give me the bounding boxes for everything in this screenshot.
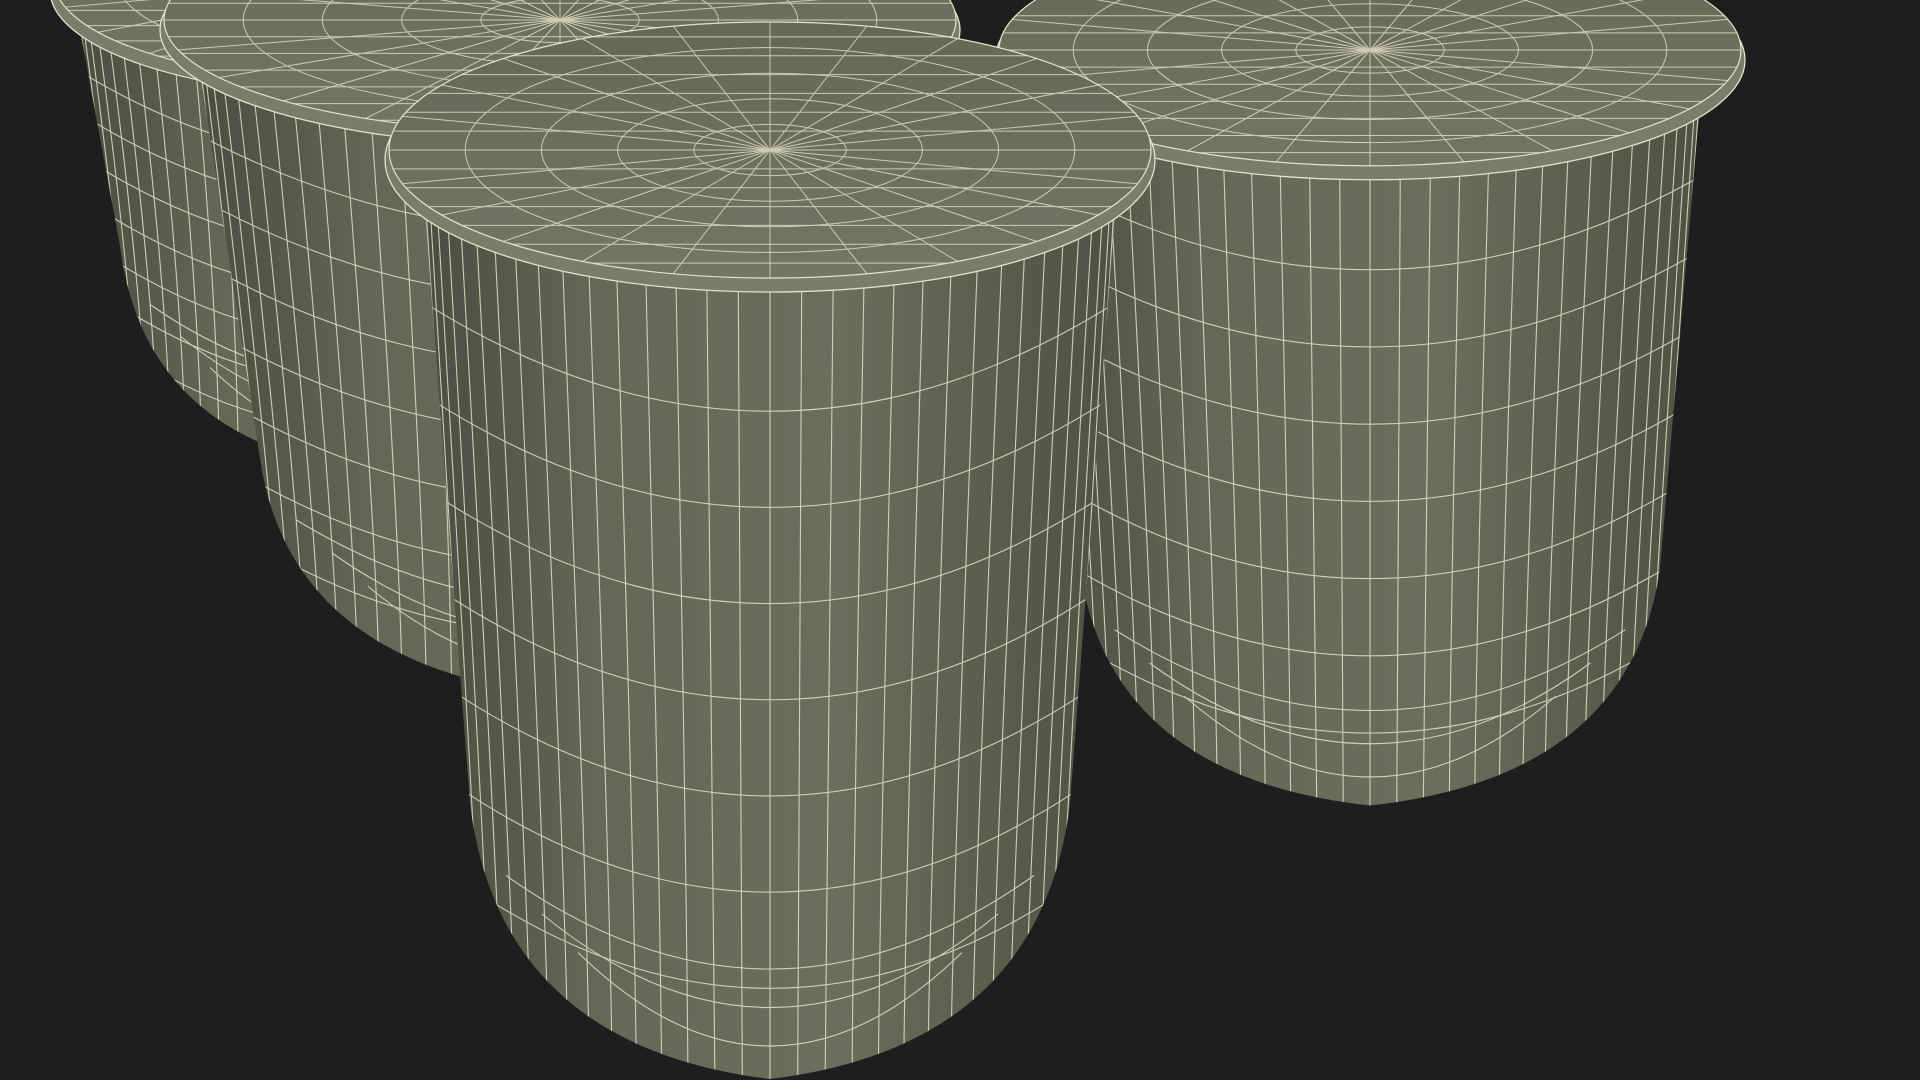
render-viewport[interactable]	[0, 0, 1920, 1080]
wireframe-render-canvas	[50, 0, 1746, 1079]
front-cup	[384, 21, 1156, 1079]
